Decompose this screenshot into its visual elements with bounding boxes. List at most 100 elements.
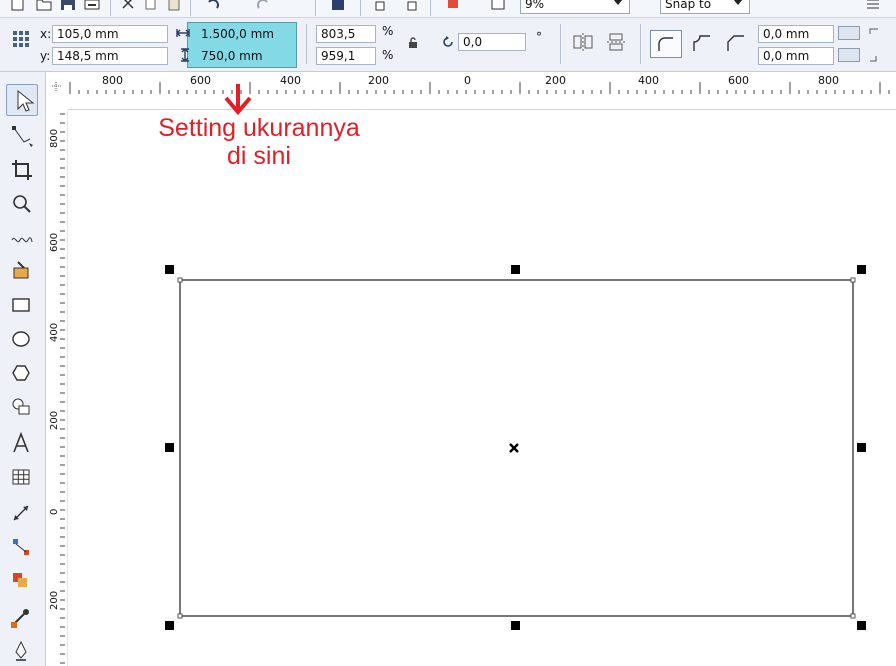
freehand-icon: [11, 237, 33, 243]
selection-handle-right[interactable]: [857, 443, 866, 452]
lock-ratio-icon[interactable]: [408, 37, 418, 49]
ruler-top-label: 800: [102, 74, 123, 87]
corner-radius-top-field[interactable]: 0,0 mm: [758, 25, 834, 43]
round-corner-button[interactable]: [650, 30, 682, 58]
scale-x-field[interactable]: 803,5: [316, 25, 376, 43]
width-field[interactable]: 1.500,0 mm: [196, 25, 292, 43]
y-position-field[interactable]: 148,5 mm: [52, 47, 168, 65]
blend-icon: [13, 573, 27, 587]
polygon-icon: [12, 365, 30, 381]
ruler-top-label: 0: [464, 74, 471, 87]
new-document-icon[interactable]: [10, 0, 26, 12]
ruler-origin-icon: [52, 82, 62, 92]
selection-handle-top-left[interactable]: [165, 265, 174, 274]
ruler-top-label: 200: [368, 74, 389, 87]
undo-icon[interactable]: [205, 0, 221, 12]
open-icon[interactable]: [36, 0, 52, 12]
table-tool[interactable]: [6, 462, 38, 494]
welcome-screen-icon[interactable]: [490, 0, 506, 12]
annotation-text: Setting ukurannya di sini: [134, 114, 384, 170]
selection-handle-bottom[interactable]: [511, 621, 520, 630]
scale-y-field[interactable]: 959,1: [316, 47, 376, 65]
export-icon[interactable]: [374, 0, 390, 12]
rectangle-outline: [179, 279, 854, 617]
zoom-value: 9%: [525, 0, 545, 11]
import-icon[interactable]: [330, 0, 346, 12]
center-x-icon[interactable]: [509, 443, 519, 453]
selection-handle-top-right[interactable]: [857, 265, 866, 274]
selection-handle-bottom-left[interactable]: [165, 621, 174, 630]
table-icon: [12, 469, 30, 485]
zoom-levels-dropdown[interactable]: 9%: [520, 0, 630, 14]
corner-node[interactable]: [850, 613, 856, 619]
x-position-field[interactable]: 105,0 mm: [52, 25, 168, 43]
cut-icon[interactable]: [120, 0, 136, 12]
application-launcher-icon[interactable]: [445, 0, 461, 12]
rectangle-tool[interactable]: [6, 290, 38, 322]
vertical-ruler[interactable]: 800 600 400 200 0 200: [46, 110, 68, 666]
ruler-top-label: 200: [545, 74, 566, 87]
corner-node[interactable]: [850, 277, 856, 283]
pick-tool[interactable]: [6, 84, 38, 116]
selection-handle-left[interactable]: [165, 443, 174, 452]
dimension-icon: [13, 505, 29, 521]
smart-fill-icon: [13, 261, 29, 279]
eyedropper-tool[interactable]: [6, 602, 38, 634]
print-icon[interactable]: [84, 0, 100, 12]
ruler-top-label: 600: [190, 74, 211, 87]
object-origin-icon[interactable]: [12, 30, 30, 48]
pen-nib-icon: [15, 640, 27, 661]
rotation-icon: [443, 36, 453, 47]
shape-tool[interactable]: [6, 120, 38, 152]
shape-icon: [12, 126, 33, 147]
snap-to-dropdown[interactable]: Snap to: [660, 0, 750, 14]
snap-to-label: Snap to: [665, 0, 712, 11]
ruler-origin-corner[interactable]: [46, 72, 68, 110]
corner-radius-bottom-spinner[interactable]: [838, 48, 860, 62]
save-icon[interactable]: [60, 0, 76, 12]
corner-radius-top-spinner[interactable]: [838, 26, 860, 40]
crop-icon: [12, 160, 32, 180]
mirror-horizontal-icon[interactable]: [572, 32, 594, 52]
options-icon[interactable]: [865, 0, 881, 12]
rotation-field[interactable]: 0,0: [458, 33, 526, 51]
corner-radius-bottom-field[interactable]: 0,0 mm: [758, 47, 834, 65]
chamfered-corner-icon[interactable]: [726, 34, 746, 52]
ruler-left-label: 200: [49, 410, 60, 430]
mirror-vertical-icon[interactable]: [606, 32, 628, 52]
basic-shapes-tool[interactable]: [6, 392, 38, 424]
freehand-tool[interactable]: [6, 222, 38, 254]
dimension-tool[interactable]: [6, 498, 38, 530]
zoom-tool[interactable]: [6, 188, 38, 220]
toolbox: [0, 72, 46, 666]
connector-tool[interactable]: [6, 532, 38, 564]
height-field[interactable]: 750,0 mm: [196, 47, 292, 65]
publish-icon[interactable]: [404, 0, 420, 12]
redo-icon[interactable]: [255, 0, 271, 12]
ruler-top-label: 800: [818, 74, 839, 87]
text-tool[interactable]: [6, 428, 38, 460]
y-label: y:: [40, 49, 51, 63]
annotation-line-2: di sini: [227, 142, 291, 170]
paste-icon[interactable]: [166, 0, 182, 12]
ellipse-tool[interactable]: [6, 324, 38, 356]
smart-fill-tool[interactable]: [6, 256, 38, 288]
polygon-tool[interactable]: [6, 358, 38, 390]
scalloped-corner-icon[interactable]: [692, 34, 712, 52]
outline-tool[interactable]: [6, 636, 38, 666]
corner-node[interactable]: [177, 613, 183, 619]
horizontal-ruler[interactable]: 800 600 400 200 0 200 400 600 800: [46, 72, 896, 110]
copy-icon[interactable]: [143, 0, 159, 12]
selection-handle-top[interactable]: [511, 265, 520, 274]
selection-handle-bottom-right[interactable]: [857, 621, 866, 630]
selected-rectangle[interactable]: [160, 260, 880, 640]
x-label: x:: [40, 27, 52, 41]
blend-tool[interactable]: [6, 566, 38, 598]
property-bar: x: 105,0 mm y: 148,5 mm 1.500,0 mm 750,0…: [0, 18, 896, 72]
corner-node[interactable]: [177, 277, 183, 283]
percent-x-label: %: [382, 24, 394, 38]
ruler-left-label: 0: [49, 508, 60, 515]
crop-tool[interactable]: [6, 154, 38, 186]
connector-icon: [13, 539, 29, 555]
ruler-top-label: 400: [280, 74, 301, 87]
